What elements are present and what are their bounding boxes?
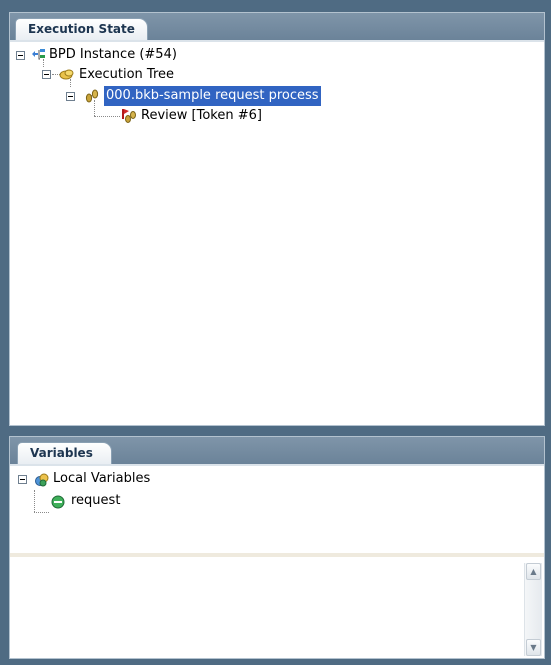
variables-panel: Variables Local Variables request ▲ ▼ [9, 436, 545, 659]
tree-label: Execution Tree [79, 67, 175, 82]
tab-execution-state[interactable]: Execution State [15, 18, 148, 41]
tree-label: Review [Token #6] [141, 108, 262, 123]
execution-state-tabbar: Execution State [10, 13, 544, 41]
chevron-down-icon: ▼ [530, 643, 537, 652]
variable-detail-area[interactable]: ▲ ▼ [10, 557, 544, 658]
execution-state-panel: Execution State BPD Instance (#54) Execu… [9, 12, 545, 426]
chevron-up-icon: ▲ [530, 567, 537, 576]
tree-label: BPD Instance (#54) [49, 47, 177, 62]
tree-row-process[interactable]: 000.bkb-sample request process [10, 86, 430, 106]
tree-row-execution-tree[interactable]: Execution Tree [10, 65, 310, 85]
tab-variables[interactable]: Variables [17, 442, 112, 465]
tree-label: request [71, 493, 121, 508]
tree-row-request[interactable]: request [10, 491, 310, 511]
scroll-up-button[interactable]: ▲ [526, 563, 541, 580]
tab-separator [10, 40, 544, 42]
scroll-down-button[interactable]: ▼ [526, 639, 541, 656]
execution-tree-view: BPD Instance (#54) Execution Tree 000.bk… [10, 43, 544, 425]
local-variables-icon [35, 473, 49, 487]
variables-tree-view: Local Variables request ▲ ▼ [10, 467, 544, 658]
tree-row-bpd-instance[interactable]: BPD Instance (#54) [10, 45, 310, 65]
footsteps-icon [85, 89, 99, 103]
bpd-instance-icon [32, 49, 45, 60]
variable-icon [51, 495, 65, 509]
collapse-toggle[interactable] [42, 70, 51, 79]
tree-row-local-variables[interactable]: Local Variables [10, 471, 310, 491]
collapse-toggle[interactable] [66, 92, 75, 101]
vertical-scrollbar[interactable]: ▲ ▼ [524, 563, 542, 656]
tab-separator [10, 464, 544, 466]
collapse-toggle[interactable] [16, 51, 25, 60]
tree-connector [34, 512, 49, 514]
tree-row-token[interactable]: Review [Token #6] [10, 106, 330, 126]
execution-tree-icon [59, 69, 74, 80]
token-icon [122, 109, 136, 123]
variables-tabbar: Variables [10, 437, 544, 465]
tree-label: Local Variables [53, 471, 151, 486]
collapse-toggle[interactable] [18, 475, 27, 484]
tree-label-selected: 000.bkb-sample request process [104, 86, 321, 106]
